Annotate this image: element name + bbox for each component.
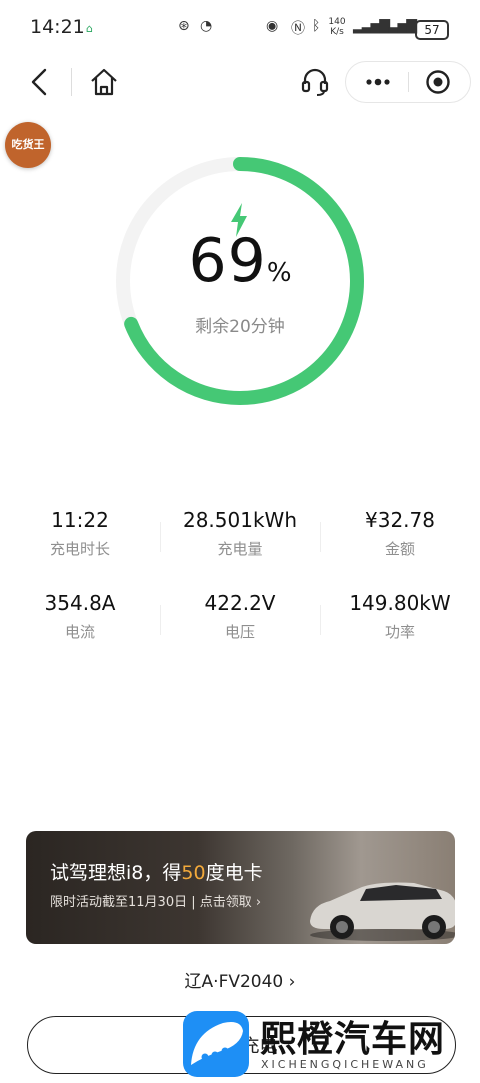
stat-power: 149.80kW 功率 [320, 591, 480, 642]
home-icon[interactable] [88, 66, 120, 98]
stat-duration: 11:22 充电时长 [0, 508, 160, 559]
percent-unit: % [266, 258, 292, 288]
nav-divider [71, 68, 72, 96]
vehicle-plate-link[interactable]: 辽A·FV2040 › [0, 967, 480, 992]
stat-label: 金额 [384, 540, 415, 558]
remaining-time: 剩余20分钟 [195, 317, 285, 337]
stat-value: 422.2V [204, 591, 276, 615]
charge-percent: 69% [140, 226, 340, 296]
stat-value: 11:22 [51, 508, 109, 532]
watermark-subtext: XICHENGQICHEWANG [261, 1058, 429, 1071]
stat-label: 电压 [224, 623, 255, 641]
signal-2-icon: ▂▃▅▇ [380, 18, 417, 34]
more-icon[interactable] [362, 72, 394, 92]
bluetooth-icon: ᛒ [312, 18, 321, 34]
sync-icon: ⊛ [178, 18, 190, 34]
banner-title: 试驾理想i8，得50度电卡 [50, 858, 263, 885]
speed-icon: ◔ [200, 18, 213, 34]
banner-title-highlight: 50 [181, 862, 206, 884]
percent-value: 69 [188, 226, 267, 296]
close-miniprogram-icon[interactable] [424, 68, 452, 96]
stat-voltage: 422.2V 电压 [160, 591, 320, 642]
miniprogram-capsule [345, 61, 471, 103]
stat-value: 149.80kW [349, 591, 451, 615]
home-status-icon: ⌂ [86, 22, 93, 35]
eye-icon: ◉ [266, 18, 279, 34]
banner-title-post: 度电卡 [205, 862, 263, 884]
stat-amount: ¥32.78 金额 [320, 508, 480, 559]
headset-icon[interactable] [300, 66, 330, 98]
watermark-logo-icon [191, 1022, 243, 1065]
back-icon[interactable] [28, 66, 54, 98]
nfc-icon: Ⓝ [291, 21, 305, 37]
banner-title-pre: 试驾理想i8，得 [50, 862, 182, 884]
stat-value: ¥32.78 [365, 508, 435, 532]
net-speed: 140 K/s [328, 17, 346, 37]
watermark-logo [183, 1011, 249, 1077]
car-image [310, 882, 455, 941]
battery-icon: 57 [415, 20, 449, 40]
stat-label: 电流 [64, 623, 95, 641]
stat-value: 28.501kWh [182, 508, 297, 532]
capsule-divider [408, 72, 409, 92]
avatar[interactable]: 吃货王 [5, 122, 51, 168]
stat-current: 354.8A 电流 [0, 591, 160, 642]
stat-label: 充电量 [217, 540, 263, 558]
avatar-text: 吃货王 [11, 138, 45, 151]
stat-energy: 28.501kWh 充电量 [160, 508, 320, 559]
status-time: 14:21 [30, 16, 85, 38]
stat-value: 354.8A [44, 591, 116, 615]
stat-label: 充电时长 [49, 540, 110, 558]
watermark-text: 熙橙汽车网 [260, 1018, 446, 1060]
promo-banner[interactable]: 试驾理想i8，得50度电卡 限时活动截至11月30日 | 点击领取 › [26, 831, 455, 944]
banner-subtitle: 限时活动截至11月30日 | 点击领取 › [50, 895, 262, 910]
stat-label: 功率 [384, 623, 415, 641]
